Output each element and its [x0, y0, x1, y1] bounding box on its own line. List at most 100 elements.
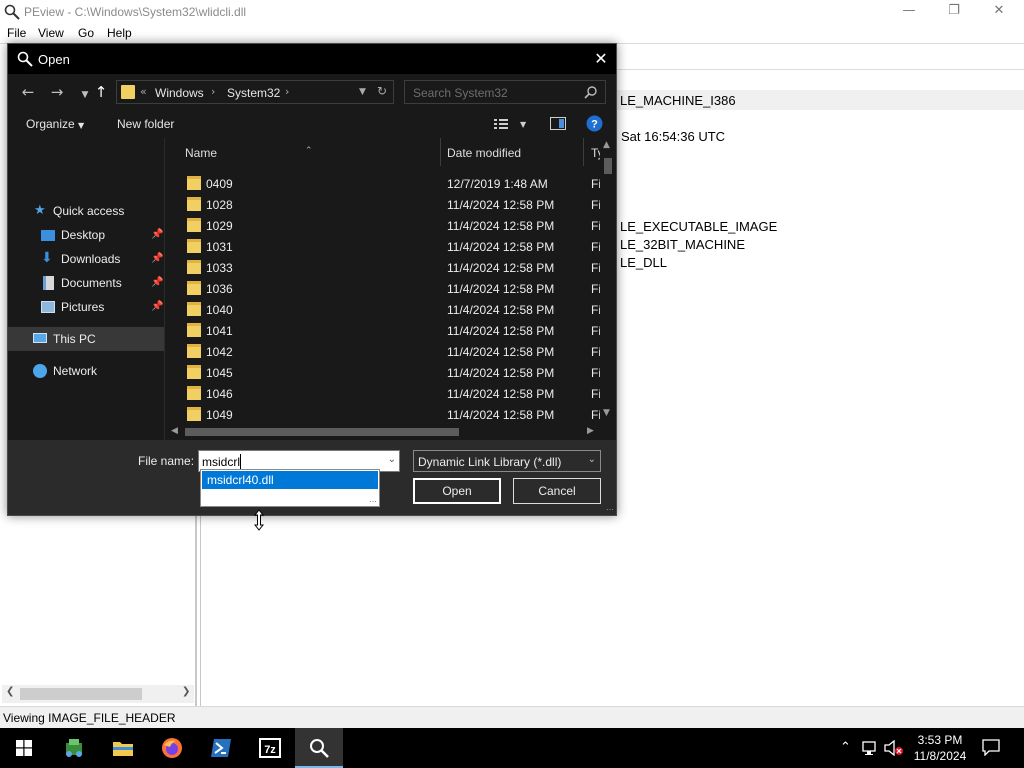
file-name-label: File name: [138, 454, 195, 468]
file-row[interactable]: 1033 11/4/2024 12:58 PM Fi [165, 257, 601, 278]
chevron-down-icon[interactable]: ▼ [359, 87, 366, 97]
preview-pane-icon[interactable] [550, 117, 566, 130]
refresh-icon[interactable]: ↻ [377, 84, 387, 98]
resize-cursor-icon [253, 509, 265, 531]
nav-item-downloads[interactable]: ⬇ Downloads 📌 [8, 247, 164, 271]
taskbar-server-manager[interactable] [50, 728, 98, 768]
scroll-right-icon[interactable]: ❯ [182, 686, 190, 697]
address-bar[interactable]: « Windows › System32 › ▼ ↻ [116, 80, 394, 104]
scroll-down-icon[interactable]: ▼ [603, 408, 610, 418]
pin-icon[interactable]: 📌 [151, 277, 163, 288]
taskbar-clock[interactable]: 3:53 PM 11/8/2024 [906, 732, 974, 764]
file-row-name: 1031 [206, 240, 233, 254]
menu-help[interactable]: Help [107, 26, 132, 40]
file-row-date: 11/4/2024 12:58 PM [447, 303, 555, 317]
restore-button[interactable]: ❐ [931, 0, 977, 24]
address-overflow[interactable]: « [140, 85, 147, 98]
file-list-vertical-scrollbar[interactable]: ▲ ▼ [600, 138, 616, 424]
cancel-button[interactable]: Cancel [513, 478, 601, 504]
column-type-label: Ty [591, 146, 600, 160]
scrollbar-thumb[interactable] [185, 428, 459, 436]
new-folder-button[interactable]: New folder [117, 117, 174, 131]
file-row[interactable]: 1045 11/4/2024 12:58 PM Fi [165, 362, 601, 383]
scrollbar-thumb[interactable] [20, 688, 142, 700]
server-manager-icon [66, 739, 82, 757]
file-row[interactable]: 0409 12/7/2019 1:48 AM Fi [165, 173, 601, 194]
nav-item-pictures[interactable]: Pictures 📌 [8, 295, 164, 319]
scroll-left-icon[interactable]: ◀ [171, 426, 178, 436]
breadcrumb-windows[interactable]: Windows [155, 86, 204, 100]
taskbar-firefox[interactable] [148, 728, 196, 768]
chevron-down-icon[interactable]: ⌄ [388, 454, 396, 465]
menu-go[interactable]: Go [78, 26, 94, 40]
file-list[interactable]: Name ⌃ Date modified Ty 0409 12/7/2019 1:… [165, 138, 616, 440]
file-row[interactable]: 1028 11/4/2024 12:58 PM Fi [165, 194, 601, 215]
breadcrumb-system32[interactable]: System32 [227, 86, 280, 100]
up-arrow-icon[interactable]: ↑ [91, 82, 111, 102]
file-row[interactable]: 1049 11/4/2024 12:58 PM Fi [165, 404, 601, 425]
file-type-select[interactable]: Dynamic Link Library (*.dll) ⌄ [413, 450, 601, 472]
menu-view[interactable]: View [38, 26, 64, 40]
dialog-title: Open [38, 52, 70, 67]
open-button[interactable]: Open [413, 478, 501, 504]
help-icon[interactable]: ? [586, 115, 603, 132]
network-status-icon[interactable] [862, 740, 880, 756]
scroll-left-icon[interactable]: ❮ [6, 686, 14, 697]
file-row[interactable]: 1042 11/4/2024 12:58 PM Fi [165, 341, 601, 362]
back-arrow-icon[interactable]: ← [18, 82, 38, 102]
chevron-right-icon[interactable]: › [285, 85, 289, 98]
nav-item-network[interactable]: Network [8, 359, 164, 383]
file-row[interactable]: 1029 11/4/2024 12:58 PM Fi [165, 215, 601, 236]
forward-arrow-icon[interactable]: → [47, 82, 67, 102]
column-header-date[interactable]: Date modified [441, 138, 583, 166]
nav-item-documents[interactable]: Documents 📌 [8, 271, 164, 295]
scroll-up-icon[interactable]: ▲ [603, 140, 610, 150]
close-window-button[interactable]: ✕ [976, 0, 1022, 24]
notification-center-icon[interactable] [982, 738, 1000, 756]
minimize-button[interactable]: — [886, 0, 932, 24]
scrollbar-thumb[interactable] [604, 158, 612, 174]
detail-machine-value: LE_MACHINE_I386 [620, 93, 736, 108]
chevron-right-icon[interactable]: › [211, 85, 215, 98]
file-list-horizontal-scrollbar[interactable]: ◀ ▶ [165, 424, 600, 440]
dialog-close-button[interactable]: ✕ [586, 44, 616, 74]
peview-app-icon [4, 4, 20, 20]
7zip-icon: 7z [259, 738, 281, 758]
taskbar-7zip[interactable]: 7z [246, 728, 294, 768]
column-header-name[interactable]: Name ⌃ [165, 138, 440, 166]
nav-item-desktop[interactable]: Desktop 📌 [8, 223, 164, 247]
navigation-pane[interactable]: ★ Quick access Desktop 📌 ⬇ Downloads 📌 D… [8, 138, 164, 440]
file-row[interactable]: 1040 11/4/2024 12:58 PM Fi [165, 299, 601, 320]
organize-button[interactable]: Organize ▼ [26, 117, 84, 131]
file-row-date: 11/4/2024 12:58 PM [447, 240, 555, 254]
file-row[interactable]: 1041 11/4/2024 12:58 PM Fi [165, 320, 601, 341]
nav-item-this-pc[interactable]: This PC [8, 327, 164, 351]
folder-icon [187, 260, 201, 274]
file-row[interactable]: 1031 11/4/2024 12:58 PM Fi [165, 236, 601, 257]
peview-menubar: File View Go Help [0, 24, 1024, 43]
resize-grip-icon[interactable]: ⋯ [369, 498, 377, 506]
file-row[interactable]: 1046 11/4/2024 12:58 PM Fi [165, 383, 601, 404]
taskbar-file-explorer[interactable] [99, 728, 147, 768]
taskbar-powershell[interactable] [197, 728, 245, 768]
taskbar-peview[interactable] [295, 728, 343, 768]
pin-icon[interactable]: 📌 [151, 253, 163, 264]
start-button[interactable] [0, 728, 48, 768]
scroll-right-icon[interactable]: ▶ [587, 426, 594, 436]
column-header-type[interactable]: Ty [584, 138, 600, 166]
file-row[interactable]: 1036 11/4/2024 12:58 PM Fi [165, 278, 601, 299]
pin-icon[interactable]: 📌 [151, 301, 163, 312]
tree-horizontal-scrollbar[interactable]: ❮ ❯ [2, 685, 194, 703]
autocomplete-item[interactable]: msidcrl40.dll [202, 471, 378, 489]
chevron-down-icon[interactable]: ▼ [520, 120, 526, 129]
menu-file[interactable]: File [7, 26, 26, 40]
file-row-name: 0409 [206, 177, 233, 191]
volume-muted-icon[interactable] [884, 740, 904, 756]
pin-icon[interactable]: 📌 [151, 229, 163, 240]
nav-item-quick-access[interactable]: ★ Quick access [8, 199, 164, 223]
resize-grip-icon[interactable]: ⋯ [606, 506, 614, 514]
powershell-icon [211, 739, 231, 757]
chevron-up-icon[interactable]: ⌃ [840, 740, 851, 755]
search-input[interactable]: Search System32 [404, 80, 606, 104]
view-options-icon[interactable] [494, 118, 508, 130]
